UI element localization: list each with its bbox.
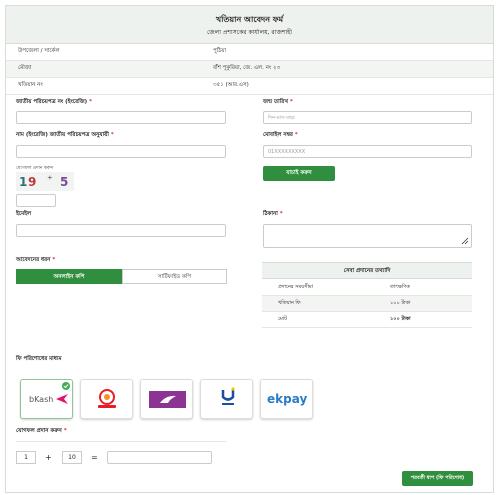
- captcha-operand-a: 1: [16, 451, 36, 464]
- email-label: ইমেইল: [16, 211, 32, 217]
- mobile-input[interactable]: 01XXXXXXXXX: [263, 145, 472, 158]
- captcha-char-2: 9: [28, 175, 37, 189]
- address-label-text: ঠিকানা: [263, 211, 278, 217]
- captcha-sum-label-text: যোগফল প্রদান করুন: [16, 428, 62, 434]
- address-label: ঠিকানা *: [263, 211, 283, 219]
- upazila-label: উপজেলা / সার্কেল: [18, 48, 60, 54]
- dob-label-text: জন্ম তারিখ: [263, 99, 288, 105]
- required-mark: *: [52, 257, 56, 263]
- payment-rocket[interactable]: [140, 379, 193, 419]
- payment-bkash[interactable]: bKash: [20, 379, 73, 419]
- delivery-option-certified[interactable]: সার্টিফাইড কপি: [122, 269, 227, 284]
- required-mark: *: [63, 428, 67, 434]
- fee-row-label: মোট: [278, 316, 287, 322]
- mouza-label: মৌজা: [18, 65, 32, 71]
- captcha-operand-b: 10: [62, 451, 82, 464]
- email-input[interactable]: [16, 224, 226, 237]
- bkash-bird-icon: [56, 394, 68, 404]
- mouza-value: বাঁশ পুকুরিয়া, জে. এল. নং ২৩: [213, 65, 281, 71]
- selected-check-icon: [62, 382, 70, 390]
- upay-logo-icon: [221, 387, 235, 405]
- info-row-khatian: খতিয়ান নং ৩৫১ (আর.এস): [6, 78, 493, 95]
- payment-nagad[interactable]: [80, 379, 133, 419]
- captcha-sum-label: যোগফল প্রদান করুন *: [16, 428, 67, 436]
- fee-row-value: ১০০ টাকা: [390, 316, 411, 322]
- fee-row-khatian: খতিয়ান ফি ১০০ টাকা: [262, 296, 472, 312]
- delivery-option-online[interactable]: অনলাইন কপি: [16, 269, 122, 284]
- divider: [16, 441, 226, 442]
- fee-row-label: খতিয়ান ফি: [278, 300, 301, 306]
- form-header: খতিয়ান আবেদন ফর্ম জেলা প্রশাসকের কার্যা…: [6, 6, 493, 44]
- info-row-upazila: উপজেলা / সার্কেল পুঠিয়া: [6, 44, 493, 61]
- mobile-label: মোবাইল নম্বর *: [263, 132, 298, 140]
- plus-sign: +: [45, 453, 52, 462]
- payment-label: ফি পরিশোধের মাধ্যম: [16, 356, 62, 362]
- captcha-char-4: 5: [60, 175, 69, 189]
- khatian-value: ৩৫১ (আর.এস): [213, 82, 249, 88]
- required-mark: *: [279, 211, 283, 217]
- resize-handle-icon[interactable]: [461, 237, 469, 245]
- nid-label-text: জাতীয় পরিচয়পত্র নং (ইংরেজি): [16, 99, 88, 105]
- captcha-char-3: ⁺: [47, 173, 53, 186]
- equals-sign: =: [91, 453, 98, 462]
- fee-row-value: তাৎক্ষণিক: [390, 284, 410, 290]
- payment-ekpay[interactable]: ekpay: [260, 379, 313, 419]
- upazila-value: পুঠিয়া: [213, 48, 227, 54]
- delivery-label-text: আবেদনের ধরন: [16, 257, 51, 263]
- bkash-logo-text: bKash: [29, 395, 54, 404]
- captcha-image: 1 9 ⁺ 5: [16, 172, 74, 191]
- name-input[interactable]: [16, 145, 226, 158]
- captcha-char-1: 1: [19, 175, 28, 189]
- dob-input[interactable]: দিন-মাস-বছর: [263, 111, 472, 124]
- next-step-button[interactable]: পরবর্তী ধাপ (ফি পরিশোধ): [402, 471, 473, 486]
- payment-upay[interactable]: [200, 379, 253, 419]
- captcha-input[interactable]: [16, 194, 56, 207]
- fee-row-value: ১০০ টাকা: [390, 300, 411, 306]
- required-mark: *: [289, 99, 293, 105]
- khatian-label: খতিয়ান নং: [18, 82, 43, 88]
- fee-row-total: মোট ১০০ টাকা: [262, 312, 472, 328]
- rocket-logo-icon: [149, 391, 186, 408]
- name-label: নাম (ইংরেজি) জাতীয় পরিচয়পত্র অনুযায়ী …: [16, 132, 114, 140]
- nid-label: জাতীয় পরিচয়পত্র নং (ইংরেজি) *: [16, 99, 92, 107]
- form-title: খতিয়ান আবেদন ফর্ম: [215, 15, 284, 24]
- required-mark: *: [89, 99, 92, 105]
- info-row-mouza: মৌজা বাঁশ পুকুরিয়া, জে. এল. নং ২৩: [6, 61, 493, 78]
- verify-button[interactable]: যাচাই করুন: [263, 166, 335, 181]
- rocket-mark-icon: [160, 395, 176, 403]
- nagad-logo-icon: [98, 389, 116, 408]
- fee-table-title: সেবা প্রদানের তথ্যাদি: [262, 262, 472, 279]
- delivery-label: আবেদনের ধরন *: [16, 257, 55, 265]
- application-form: খতিয়ান আবেদন ফর্ম জেলা প্রশাসকের কার্যা…: [5, 5, 494, 493]
- dob-label: জন্ম তারিখ *: [263, 99, 293, 107]
- name-label-text: নাম (ইংরেজি) জাতীয় পরিচয়পত্র অনুযায়ী: [16, 132, 109, 138]
- required-mark: *: [294, 132, 298, 138]
- mobile-label-text: মোবাইল নম্বর: [263, 132, 293, 138]
- address-textarea[interactable]: [263, 224, 472, 248]
- fee-row-time: প্রদানের সময়সীমা তাৎক্ষণিক: [262, 280, 472, 296]
- fee-row-label: প্রদানের সময়সীমা: [278, 284, 314, 290]
- nid-input[interactable]: [16, 111, 226, 124]
- captcha-hint: যোগফল প্রদান করুন: [16, 166, 54, 171]
- required-mark: *: [110, 132, 114, 138]
- form-subtitle: জেলা প্রশাসকের কার্যালয়, রাজশাহী: [207, 29, 292, 36]
- ekpay-logo-text: ekpay: [267, 392, 308, 406]
- captcha-sum-input[interactable]: [107, 451, 212, 464]
